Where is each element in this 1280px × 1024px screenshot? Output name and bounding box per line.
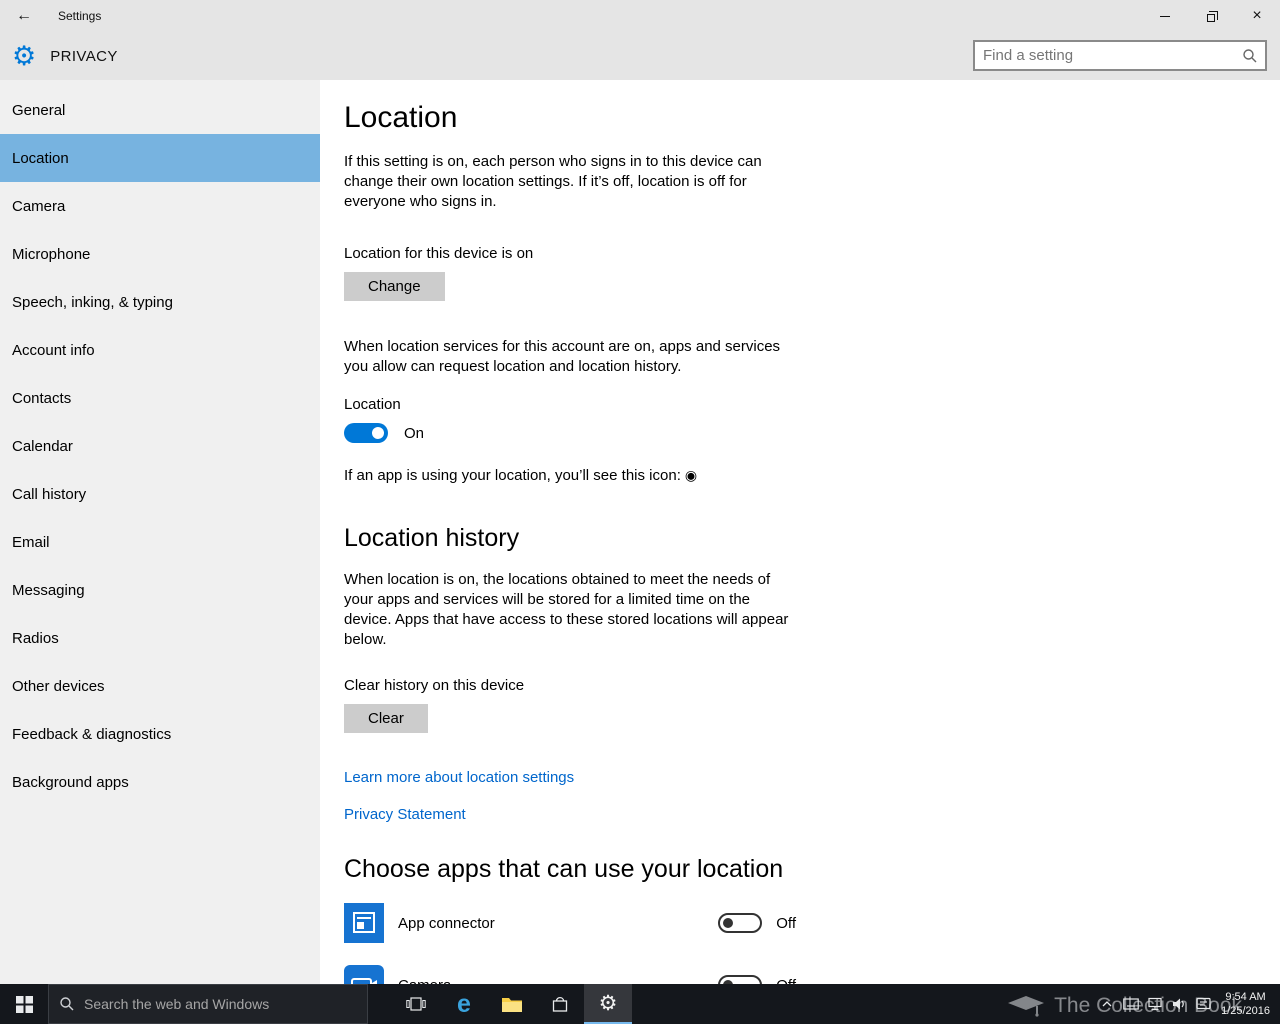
device-location-status: Location for this device is on — [344, 245, 534, 262]
app-toggle-group: Off — [718, 913, 796, 933]
find-setting-input[interactable] — [975, 47, 1242, 64]
sidebar-item-call-history[interactable]: Call history — [0, 470, 320, 518]
search-icon — [1243, 48, 1257, 62]
task-view-button[interactable] — [392, 984, 440, 1024]
settings-taskbar-button[interactable]: ⚙ — [584, 984, 632, 1024]
location-intro-text: If this setting is on, each person who s… — [344, 153, 762, 210]
links-group: Learn more about location settings Priva… — [344, 769, 1280, 823]
edge-icon: e — [457, 989, 471, 1018]
sidebar-item-radios[interactable]: Radios — [0, 614, 320, 662]
app-name: App connector — [398, 914, 495, 932]
sidebar-item-microphone[interactable]: Microphone — [0, 230, 320, 278]
learn-more-link[interactable]: Learn more about location settings — [344, 769, 574, 786]
app-toggle-state: Off — [776, 914, 796, 932]
network-button[interactable] — [1143, 984, 1167, 1024]
location-toggle-row: On — [344, 423, 1280, 443]
restore-icon — [1207, 10, 1218, 22]
sidebar-item-email[interactable]: Email — [0, 518, 320, 566]
edge-button[interactable]: e — [440, 984, 488, 1024]
location-toggle-state: On — [404, 424, 425, 442]
network-icon — [1148, 997, 1162, 1011]
back-button[interactable]: ← — [0, 0, 48, 32]
store-icon — [552, 996, 568, 1012]
find-setting-searchbox[interactable] — [973, 40, 1267, 71]
clock-time: 9:54 AM — [1225, 991, 1266, 1003]
account-location-text: When location services for this account … — [344, 338, 781, 375]
sidebar-item-feedback-diagnostics[interactable]: Feedback & diagnostics — [0, 710, 320, 758]
privacy-statement-link[interactable]: Privacy Statement — [344, 806, 466, 823]
volume-icon — [1172, 998, 1184, 1010]
task-view-icon — [406, 997, 426, 1011]
app-toggle-state: Off — [776, 977, 796, 985]
start-button[interactable] — [0, 984, 48, 1024]
privacy-sidebar: General Location Camera Microphone Speec… — [0, 80, 320, 984]
show-hidden-icons-button[interactable] — [1095, 984, 1119, 1024]
taskbar: Search the web and Windows e ⚙ 9:54 AM 1… — [0, 984, 1280, 1024]
camera-toggle[interactable] — [718, 975, 763, 984]
sidebar-item-contacts[interactable]: Contacts — [0, 374, 320, 422]
action-center-button[interactable] — [1191, 984, 1215, 1024]
page-header: ⚙ PRIVACY — [0, 32, 1280, 80]
sidebar-item-other-devices[interactable]: Other devices — [0, 662, 320, 710]
section-title-location: Location — [344, 101, 458, 134]
restore-button[interactable] — [1188, 0, 1234, 32]
file-explorer-button[interactable] — [488, 984, 536, 1024]
taskbar-search[interactable]: Search the web and Windows — [48, 984, 368, 1024]
app-connector-toggle[interactable] — [718, 913, 763, 933]
toggle-knob — [372, 427, 384, 439]
location-toggle-label: Location — [344, 396, 401, 413]
titlebar: ← Settings × — [0, 0, 1280, 32]
action-center-icon — [1195, 997, 1211, 1010]
location-history-text: When location is on, the locations obtai… — [344, 571, 789, 648]
back-arrow-icon: ← — [16, 7, 32, 24]
minimize-icon — [1160, 15, 1170, 17]
clear-button[interactable]: Clear — [344, 704, 428, 733]
sidebar-item-location[interactable]: Location — [0, 134, 320, 182]
app-toggle-group: Off — [718, 975, 796, 984]
sidebar-item-messaging[interactable]: Messaging — [0, 566, 320, 614]
location-toggle[interactable] — [344, 423, 388, 443]
file-explorer-icon — [502, 998, 522, 1012]
window-title: Settings — [58, 9, 102, 23]
system-tray: 9:54 AM 1/25/2016 — [1095, 984, 1280, 1024]
clock-date: 1/25/2016 — [1221, 1005, 1270, 1017]
touch-keyboard-icon — [1123, 998, 1139, 1010]
app-row-app-connector: App connector Off — [344, 903, 796, 943]
location-settings-panel: Location If this setting is on, each per… — [320, 80, 1280, 984]
settings-body: General Location Camera Microphone Speec… — [0, 80, 1280, 984]
app-connector-icon — [344, 903, 384, 943]
touch-keyboard-button[interactable] — [1119, 984, 1143, 1024]
window-controls: × — [1142, 0, 1280, 32]
page-title: PRIVACY — [50, 47, 118, 65]
close-icon: × — [1252, 7, 1262, 24]
app-name: Camera — [398, 977, 718, 985]
settings-gear-icon: ⚙ — [598, 991, 618, 1015]
chevron-up-icon — [1102, 1001, 1112, 1007]
volume-button[interactable] — [1167, 984, 1191, 1024]
store-button[interactable] — [536, 984, 584, 1024]
minimize-button[interactable] — [1142, 0, 1188, 32]
taskbar-app-icons: e ⚙ — [392, 984, 632, 1024]
close-button[interactable]: × — [1234, 0, 1280, 32]
sidebar-item-speech-inking-typing[interactable]: Speech, inking, & typing — [0, 278, 320, 326]
sidebar-item-camera[interactable]: Camera — [0, 182, 320, 230]
settings-gear-icon: ⚙ — [12, 40, 37, 71]
app-row-camera: Camera Off — [344, 965, 796, 984]
search-icon — [60, 997, 74, 1011]
sidebar-item-account-info[interactable]: Account info — [0, 326, 320, 374]
toggle-knob — [723, 918, 734, 928]
sidebar-item-general[interactable]: General — [0, 86, 320, 134]
camera-app-icon — [344, 965, 384, 984]
section-title-location-history: Location history — [344, 524, 520, 552]
change-button[interactable]: Change — [344, 272, 445, 301]
taskbar-clock[interactable]: 9:54 AM 1/25/2016 — [1221, 990, 1270, 1018]
clear-history-label: Clear history on this device — [344, 677, 525, 694]
location-in-use-icon: ◉ — [684, 467, 698, 483]
section-title-choose-apps: Choose apps that can use your location — [344, 855, 784, 883]
location-in-use-note: If an app is using your location, you’ll… — [344, 467, 698, 484]
sidebar-item-background-apps[interactable]: Background apps — [0, 758, 320, 806]
windows-logo-icon — [15, 995, 33, 1013]
sidebar-item-calendar[interactable]: Calendar — [0, 422, 320, 470]
taskbar-search-placeholder: Search the web and Windows — [84, 996, 270, 1012]
